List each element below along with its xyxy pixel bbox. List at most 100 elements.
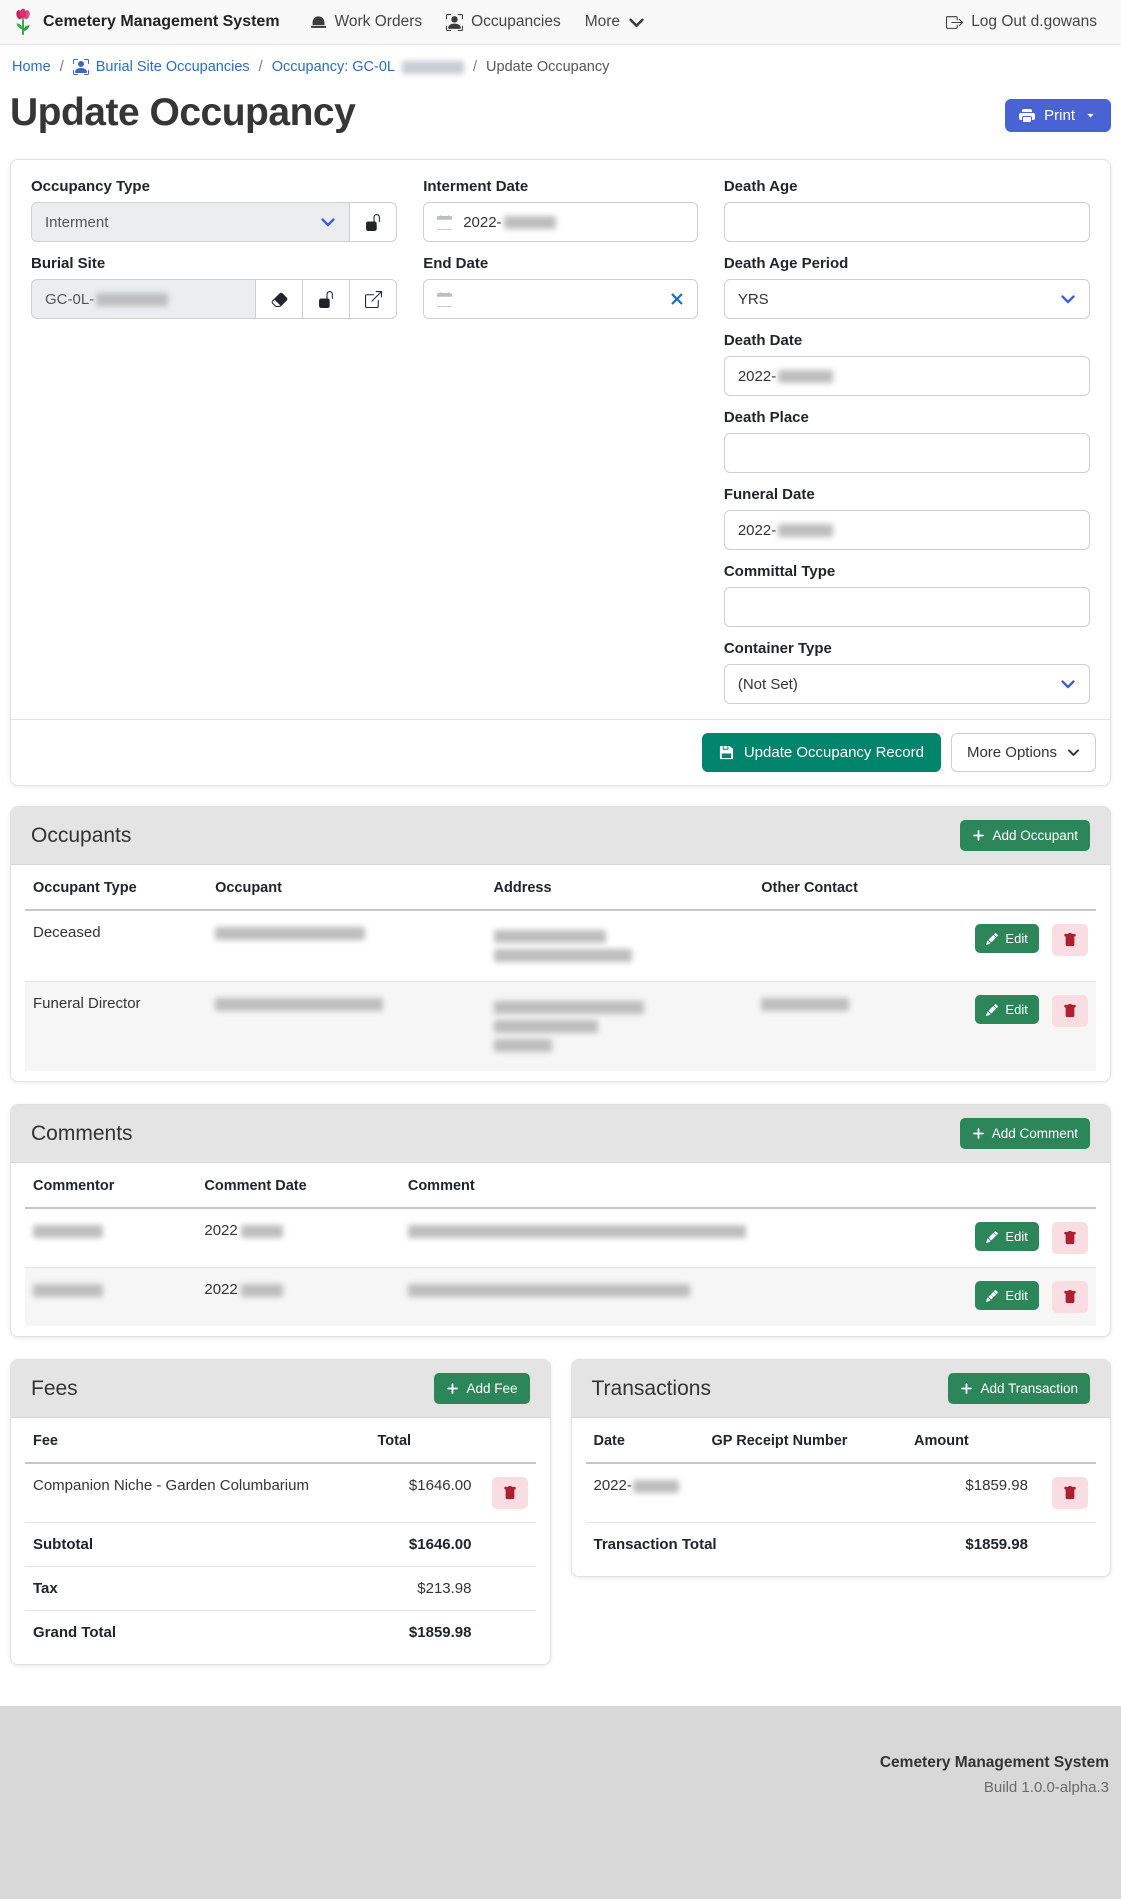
nav-item-label: More: [585, 13, 620, 31]
more-options-button[interactable]: More Options: [951, 733, 1096, 772]
redacted-phone: [761, 998, 849, 1011]
plus-icon: [972, 1127, 985, 1140]
container-type-label: Container Type: [724, 640, 1090, 657]
end-date-label: End Date: [423, 255, 698, 272]
redacted-interment-date: [504, 216, 556, 229]
grand-total-value: $1859.98: [370, 1611, 480, 1655]
col-occupant: Occupant: [207, 867, 485, 910]
more-options-label: More Options: [967, 744, 1057, 761]
redacted-address-line: [494, 930, 606, 943]
nav-links: Work Orders Occupancies More: [298, 6, 658, 38]
delete-occupant-button[interactable]: [1052, 995, 1088, 1027]
clear-x-icon[interactable]: [670, 292, 684, 306]
transaction-total-label: Transaction Total: [586, 1523, 907, 1567]
funeral-date-label: Funeral Date: [724, 486, 1090, 503]
nav-item-label: Occupancies: [471, 13, 561, 31]
transaction-row: 2022- $1859.98: [586, 1463, 1097, 1523]
plus-icon: [446, 1382, 459, 1395]
breadcrumb-burial-site-occupancies[interactable]: Burial Site Occupancies: [73, 59, 250, 75]
occupancy-type-unlock-button[interactable]: [350, 202, 397, 242]
col-actions: [957, 867, 1096, 910]
funeral-date-input[interactable]: 2022-: [724, 510, 1090, 550]
end-date-input[interactable]: [423, 279, 698, 319]
death-date-input[interactable]: 2022-: [724, 356, 1090, 396]
breadcrumb: Home / Burial Site Occupancies / Occupan…: [10, 45, 1111, 85]
redacted-funeral-date: [778, 524, 833, 537]
nav-item-label: Work Orders: [335, 13, 423, 31]
add-transaction-button[interactable]: Add Transaction: [948, 1373, 1090, 1404]
chevron-down-icon: [1060, 291, 1076, 307]
redacted-address-line: [494, 1001, 644, 1014]
add-comment-button[interactable]: Add Comment: [960, 1118, 1090, 1149]
calendar-icon: [437, 215, 452, 230]
comment-cell: [400, 1208, 956, 1268]
death-age-input[interactable]: [724, 202, 1090, 242]
brand-text: Cemetery Management System: [43, 13, 280, 31]
transaction-date-prefix: 2022-: [594, 1477, 632, 1494]
delete-transaction-button[interactable]: [1052, 1477, 1088, 1509]
logout-link[interactable]: Log Out d.gowans: [934, 6, 1109, 38]
occupants-title: Occupants: [31, 824, 131, 848]
redacted-occupant-name: [215, 998, 383, 1011]
page-footer: Cemetery Management System Build 1.0.0-a…: [0, 1706, 1121, 1899]
delete-fee-button[interactable]: [492, 1477, 528, 1509]
occupant-name-cell: [207, 910, 485, 982]
occupancy-form-card: Occupancy Type Interment Buria: [10, 159, 1111, 786]
burial-site-input[interactable]: GC-0L-: [31, 279, 256, 319]
occupant-name-cell: [207, 982, 485, 1072]
add-transaction-label: Add Transaction: [980, 1381, 1078, 1396]
edit-occupant-button[interactable]: Edit: [975, 995, 1038, 1024]
tax-value: $213.98: [370, 1567, 480, 1611]
update-occupancy-record-button[interactable]: Update Occupancy Record: [702, 733, 941, 772]
col-amount: Amount: [906, 1420, 1036, 1463]
nav-item-occupancies[interactable]: Occupancies: [434, 6, 573, 38]
delete-occupant-button[interactable]: [1052, 924, 1088, 956]
brand-link[interactable]: Cemetery Management System: [12, 7, 280, 37]
edit-comment-button[interactable]: Edit: [975, 1222, 1038, 1251]
redacted-occupant-name: [215, 927, 365, 940]
burial-site-open-button[interactable]: [350, 279, 397, 319]
add-occupant-button[interactable]: Add Occupant: [960, 820, 1090, 851]
delete-comment-button[interactable]: [1052, 1222, 1088, 1254]
footer-app-title: Cemetery Management System: [12, 1754, 1109, 1772]
nav-item-work-orders[interactable]: Work Orders: [298, 6, 435, 38]
add-fee-button[interactable]: Add Fee: [434, 1373, 529, 1404]
comments-title: Comments: [31, 1122, 133, 1146]
death-place-input[interactable]: [724, 433, 1090, 473]
interment-date-input[interactable]: 2022-: [423, 202, 698, 242]
committal-type-input[interactable]: [724, 587, 1090, 627]
edit-label: Edit: [1005, 1229, 1027, 1244]
printer-icon: [1019, 108, 1035, 124]
edit-label: Edit: [1005, 1288, 1027, 1303]
occupant-address-cell: [486, 910, 754, 982]
plus-icon: [972, 829, 985, 842]
edit-occupant-button[interactable]: Edit: [975, 924, 1038, 953]
chevron-down-icon: [628, 14, 645, 31]
print-label: Print: [1044, 107, 1075, 124]
death-date-value-prefix: 2022-: [738, 368, 776, 385]
nav-item-more[interactable]: More: [573, 6, 657, 38]
redacted-comment-date: [241, 1225, 283, 1238]
container-type-select[interactable]: (Not Set): [724, 664, 1090, 704]
edit-comment-button[interactable]: Edit: [975, 1281, 1038, 1310]
redacted-occupancy-id: [402, 61, 464, 74]
burial-site-clear-button[interactable]: [256, 279, 303, 319]
occupant-type-cell: Funeral Director: [25, 982, 207, 1072]
delete-comment-button[interactable]: [1052, 1281, 1088, 1313]
edit-label: Edit: [1005, 931, 1027, 946]
trash-icon: [1063, 1231, 1077, 1245]
breadcrumb-occupancy[interactable]: Occupancy: GC-0L: [272, 59, 464, 75]
trash-icon: [1063, 1004, 1077, 1018]
occupant-row: Deceased Edit: [25, 910, 1096, 982]
burial-site-unlock-button[interactable]: [303, 279, 350, 319]
redacted-comment: [408, 1225, 746, 1238]
update-label: Update Occupancy Record: [744, 744, 924, 761]
breadcrumb-home[interactable]: Home: [12, 59, 51, 75]
death-age-period-select[interactable]: YRS: [724, 279, 1090, 319]
container-type-value: (Not Set): [738, 676, 798, 693]
print-button[interactable]: Print: [1005, 99, 1111, 132]
transaction-date-cell: 2022-: [586, 1463, 704, 1523]
breadcrumb-current: Update Occupancy: [486, 59, 609, 75]
occupancy-type-select[interactable]: Interment: [31, 202, 350, 242]
page-title: Update Occupancy: [10, 91, 355, 135]
